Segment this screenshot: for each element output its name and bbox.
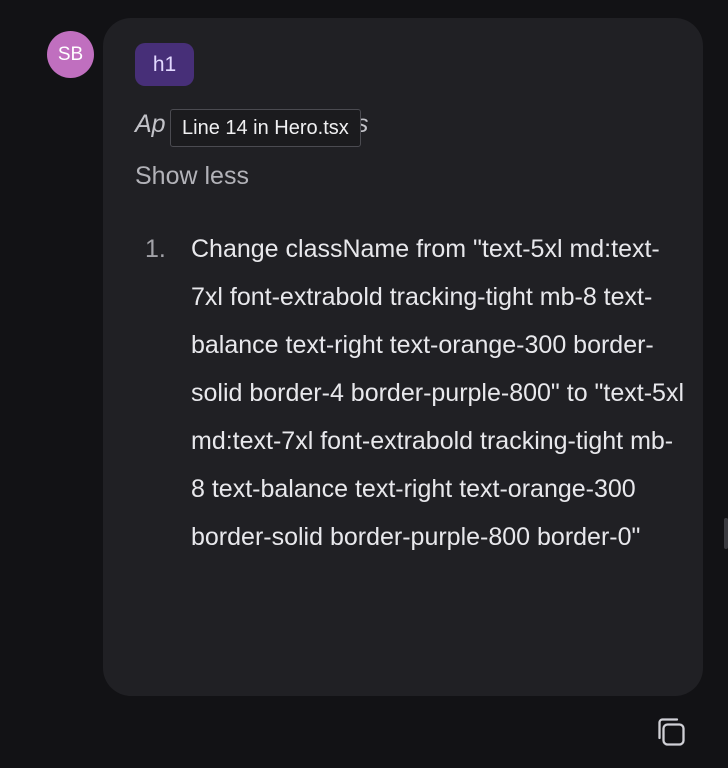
- copy-button[interactable]: [653, 714, 689, 750]
- element-tag-label: h1: [152, 52, 177, 76]
- user-avatar: SB: [47, 31, 94, 78]
- list-item: 1. Change className from "text-5xl md:te…: [145, 225, 685, 561]
- scrollbar-handle[interactable]: [724, 518, 728, 549]
- element-tag-chip[interactable]: h1: [135, 43, 194, 86]
- line-tooltip: Line 14 in Hero.tsx: [170, 109, 361, 147]
- edits-list: 1. Change className from "text-5xl md:te…: [145, 225, 685, 561]
- avatar-initials: SB: [57, 43, 84, 65]
- list-item-text: Change className from "text-5xl md:text-…: [191, 235, 684, 551]
- applied-text-left: Ap: [135, 110, 166, 138]
- copy-icon: [658, 718, 685, 746]
- list-item-number: 1.: [145, 235, 166, 263]
- message-bubble: h1 Apedits Line 14 in Hero.tsx Show less…: [103, 18, 703, 696]
- tooltip-text: Line 14 in Hero.tsx: [182, 116, 349, 139]
- show-less-button[interactable]: Show less: [135, 162, 249, 191]
